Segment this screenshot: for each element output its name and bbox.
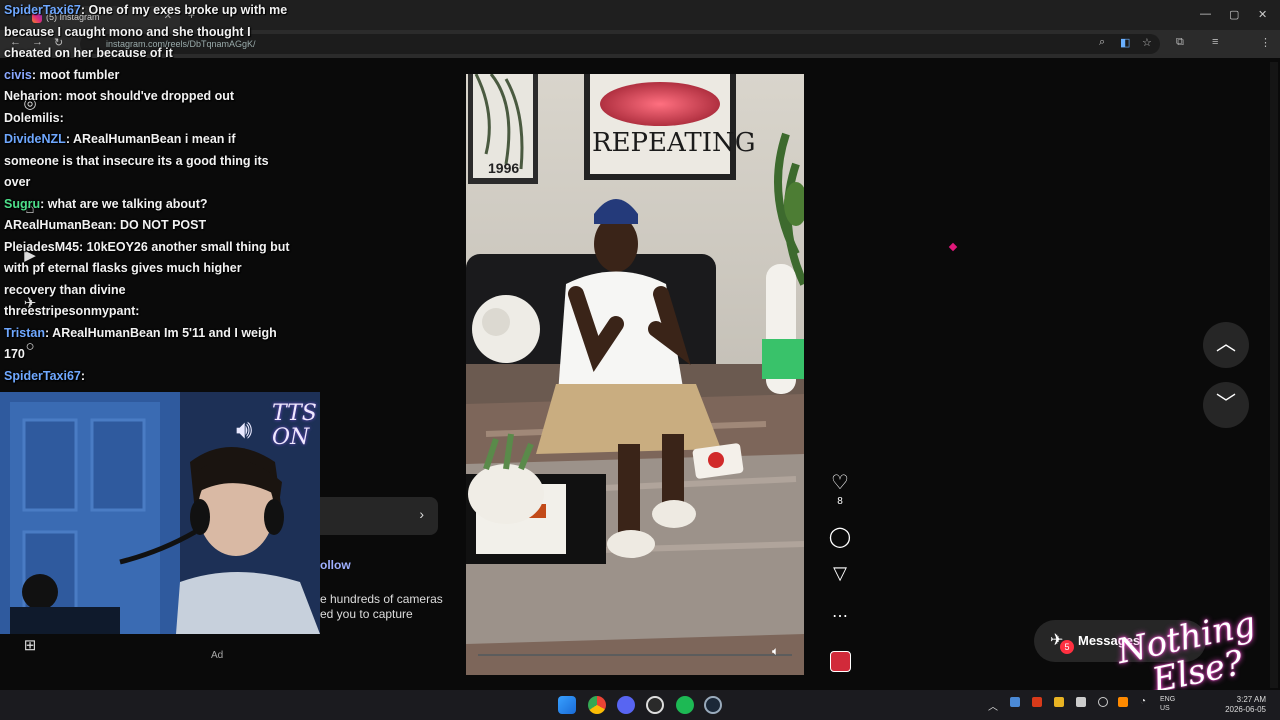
chat-username[interactable]: DivideNZL xyxy=(4,132,66,146)
chat-message: Dolemilis: xyxy=(0,108,290,130)
like-count: 8 xyxy=(837,496,843,507)
chat-text: : what are we talking about? xyxy=(40,196,208,211)
region-code: US xyxy=(1160,705,1170,712)
chevron-down-icon: ﹀ xyxy=(1216,393,1236,415)
system-clock[interactable]: 3:27 AM 2026-06-05 xyxy=(1225,695,1266,715)
webcam-overlay: 🔊︎ TTS ON xyxy=(0,392,320,634)
comment-icon[interactable]: ◯ xyxy=(826,524,854,549)
scrollbar[interactable] xyxy=(1270,62,1278,688)
chat-username[interactable]: PleiadesM45 xyxy=(4,240,79,254)
chat-message: Sugru: what are we talking about? xyxy=(0,194,290,216)
stream-chat: SpiderTaxi67: One of my exes broke up wi… xyxy=(0,0,290,390)
chat-message: SpiderTaxi67: One of my exes broke up wi… xyxy=(0,0,290,65)
chat-message: threestripesonmypant: xyxy=(0,301,290,323)
chrome-icon[interactable] xyxy=(588,696,606,714)
chat-text: : moot fumbler xyxy=(31,67,120,82)
start-icon[interactable] xyxy=(558,696,576,714)
chevron-up-icon: ︿ xyxy=(1216,333,1236,355)
chat-text: : xyxy=(59,110,64,125)
chat-username[interactable]: ARealHumanBean xyxy=(4,218,112,232)
windows-taskbar: ︿ ◔ ENG US 3:27 AM 2026-06-05 xyxy=(0,690,1280,720)
clock-date: 2026-06-05 xyxy=(1225,705,1266,714)
previous-reel-button[interactable]: ︿ xyxy=(1203,322,1249,368)
nothing-else-logo: Nothing Else? xyxy=(1108,604,1276,701)
poster-year: 1996 xyxy=(488,160,520,176)
steam-icon[interactable] xyxy=(704,696,722,714)
bookmark-star-icon[interactable]: ☆ xyxy=(1142,36,1152,49)
chat-username[interactable]: SpiderTaxi67 xyxy=(4,3,81,17)
minimize-icon[interactable]: — xyxy=(1200,8,1211,20)
maximize-icon[interactable]: ▢ xyxy=(1229,8,1239,21)
mute-icon[interactable]: 🔈︎ xyxy=(772,644,779,659)
next-reel-button[interactable]: ﹀ xyxy=(1203,382,1249,428)
reel-video[interactable]: REPEATING 1996 🔈︎ xyxy=(466,74,804,675)
chat-username[interactable]: Tristan xyxy=(4,326,45,340)
zoom-icon[interactable]: ⌕ xyxy=(1099,36,1105,49)
tray-steam-icon[interactable] xyxy=(1010,697,1020,707)
more-options-icon[interactable]: ⋯ xyxy=(826,606,854,626)
obs-icon[interactable] xyxy=(646,696,664,714)
chat-message: Tristan: ARealHumanBean Im 5'11 and I we… xyxy=(0,323,290,366)
menu-dots-icon[interactable]: ⋮ xyxy=(1260,36,1271,49)
discord-icon[interactable] xyxy=(617,696,635,714)
tray-app-icon[interactable] xyxy=(1054,697,1064,707)
speaker-icon: 🔊︎ xyxy=(236,414,253,444)
reading-list-icon[interactable]: ≡ xyxy=(1212,36,1218,48)
chat-message: DivideNZL: ARealHumanBean i mean if some… xyxy=(0,129,290,194)
chat-message: ARealHumanBean: DO NOT POST xyxy=(0,215,290,237)
chat-username[interactable]: Neharion xyxy=(4,89,58,103)
screen: (5) Instagram ✕ + — ▢ ✕ ← → ↻ instagram.… xyxy=(0,0,1280,720)
tray-app-2-icon[interactable] xyxy=(1076,697,1086,707)
lang-code: ENG xyxy=(1160,696,1176,703)
tray-obs-icon[interactable] xyxy=(1098,697,1108,707)
more-menu-icon[interactable]: ⊞ xyxy=(20,636,40,656)
chat-text: : DO NOT POST xyxy=(112,218,207,232)
chat-message: PleiadesM45: 10kEOY26 another small thin… xyxy=(0,237,290,302)
chat-message: SpiderTaxi67: xyxy=(0,366,290,388)
tray-brave-icon[interactable] xyxy=(1032,697,1042,707)
chat-text: : ARealHumanBean Im 5'11 and I weigh 170 xyxy=(4,325,277,362)
extension-icon[interactable]: ◧ xyxy=(1120,36,1130,49)
like-heart-icon[interactable]: ♡ xyxy=(826,470,854,495)
tts-line-1: TTS xyxy=(272,401,317,426)
language-indicator[interactable]: ENG US xyxy=(1160,695,1175,713)
close-window-icon[interactable]: ✕ xyxy=(1258,8,1267,21)
follow-link[interactable]: ollow xyxy=(320,558,351,572)
tray-app-3-icon[interactable] xyxy=(1118,697,1128,707)
chat-username[interactable]: Sugru xyxy=(4,197,40,211)
tray-chevron-icon[interactable]: ︿ xyxy=(988,698,998,713)
chat-text: : xyxy=(135,304,140,318)
spotify-icon[interactable] xyxy=(676,696,694,714)
extensions-puzzle-icon[interactable]: ⧉ xyxy=(1176,36,1184,49)
chat-message: civis: moot fumbler xyxy=(0,65,290,87)
caption-line-2: ed you to capture xyxy=(320,607,413,621)
ad-label: Ad xyxy=(211,650,224,661)
chat-text: : xyxy=(80,368,86,383)
chat-message: Neharion: moot should've dropped out xyxy=(0,86,290,108)
clock-time: 3:27 AM xyxy=(1236,695,1266,704)
chat-username[interactable]: threestripesonmypant xyxy=(4,304,135,318)
chat-username[interactable]: civis xyxy=(4,68,32,82)
chevron-right-icon: › xyxy=(419,506,424,522)
messages-badge: 5 xyxy=(1060,640,1074,654)
chat-text: : moot should've dropped out xyxy=(58,89,235,103)
audio-info-card[interactable]: › xyxy=(320,497,438,535)
audio-thumbnail[interactable] xyxy=(830,651,851,672)
poster-title: REPEATING xyxy=(592,128,756,158)
chat-username[interactable]: SpiderTaxi67 xyxy=(4,369,81,383)
tts-line-2: ON xyxy=(272,425,310,450)
network-icon[interactable]: ◔ xyxy=(1140,696,1146,707)
share-icon[interactable]: ▽ xyxy=(826,563,854,584)
caption-line-1: e hundreds of cameras xyxy=(320,592,443,606)
chat-username[interactable]: Dolemilis xyxy=(4,111,60,125)
tts-status-text: TTS ON xyxy=(272,402,317,450)
